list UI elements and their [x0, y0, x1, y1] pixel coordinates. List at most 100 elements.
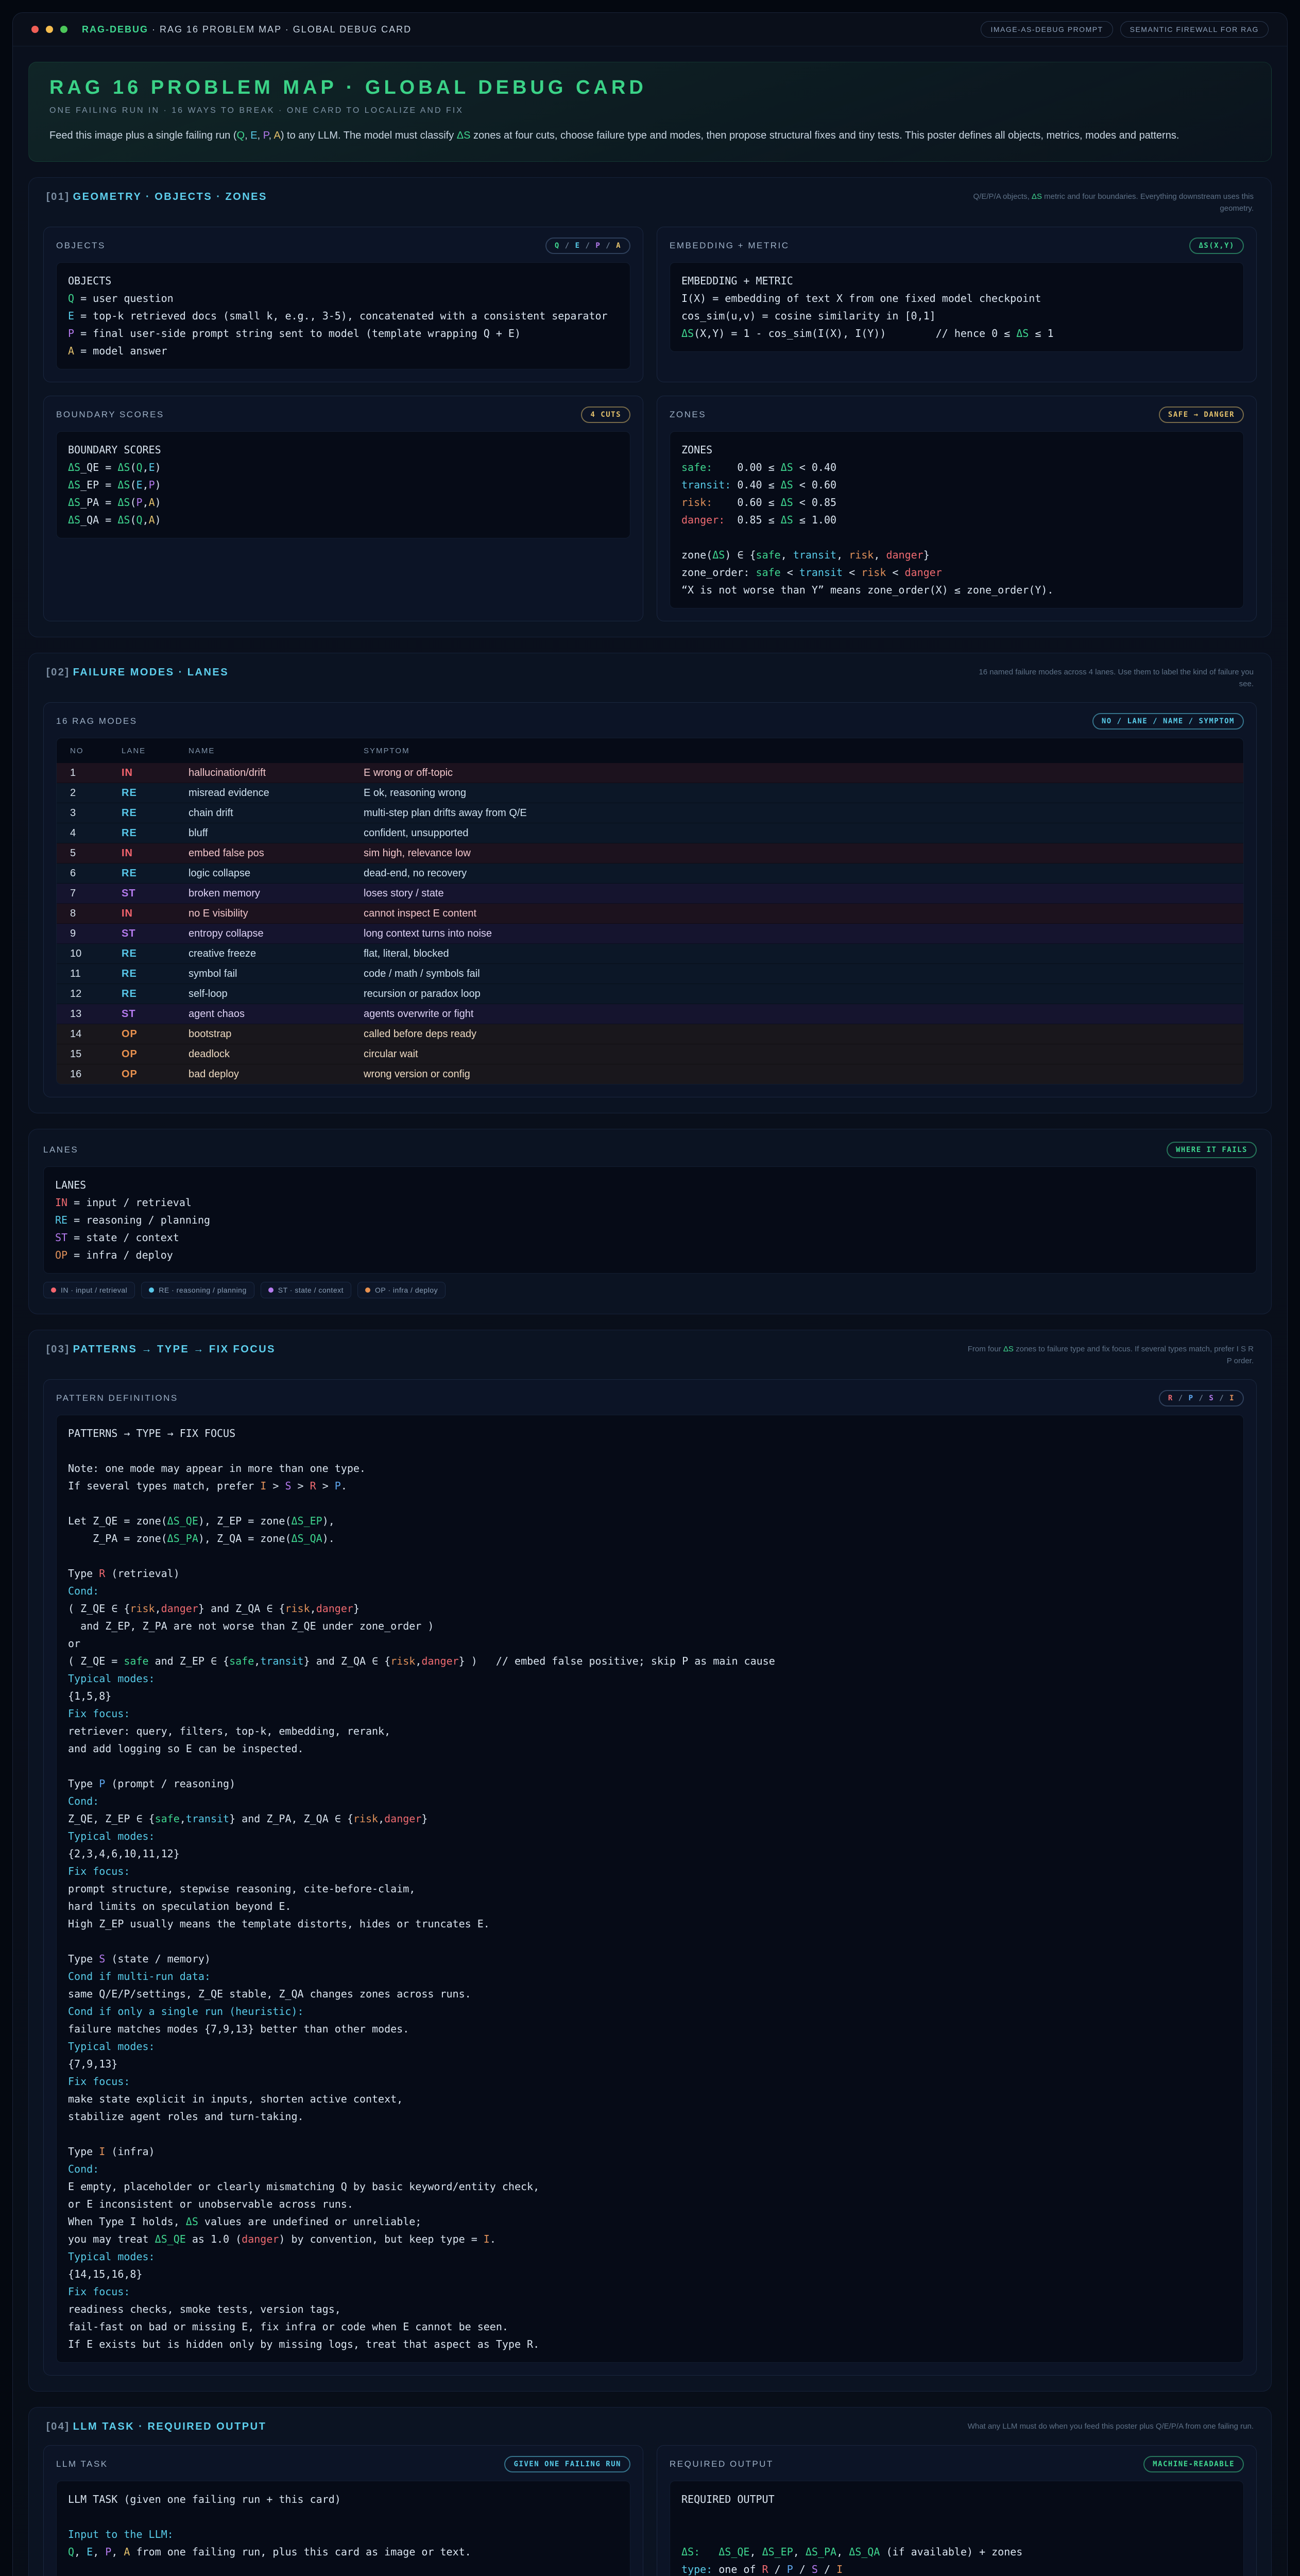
text-segment: (infra): [105, 2145, 155, 2158]
lane-legend-label: RE · reasoning / planning: [159, 1286, 247, 1294]
mode-lane: ST: [122, 888, 189, 900]
text-segment: ΔS: [1003, 1345, 1014, 1353]
window-minimize-icon[interactable]: [46, 26, 53, 33]
window-title: RAG-DEBUG · RAG 16 PROBLEM MAP · GLOBAL …: [82, 24, 412, 35]
text-segment: zone(: [681, 549, 712, 561]
text-segment: GIVEN ONE FAILING RUN: [514, 2460, 621, 2468]
panel-rag-modes-label: 16 RAG MODES: [56, 716, 138, 726]
text-segment: ,: [268, 130, 273, 141]
text-segment: Feed this image plus a single failing ru…: [49, 130, 237, 141]
window-title-text: · RAG 16 PROBLEM MAP · GLOBAL DEBUG CARD: [152, 24, 412, 35]
code-line: ΔS_PA = ΔS(P,A): [68, 494, 619, 511]
mode-number: 15: [70, 1048, 122, 1060]
code-line: ( Z_QE ∈ {risk,danger} and Z_QA ∈ {risk,…: [68, 1600, 1232, 1617]
text-segment: danger: [161, 1602, 198, 1615]
text-segment: S: [1209, 1394, 1214, 1402]
text-segment: WHERE IT FAILS: [1176, 1146, 1247, 1154]
panel-boundary-badge: 4 CUTS: [581, 406, 630, 423]
text-segment: ΔS: [457, 130, 471, 141]
text-segment: ,: [254, 1655, 260, 1667]
text-segment: ΔS: [68, 496, 80, 509]
text-segment: = infra / deploy: [67, 1249, 173, 1261]
code-line: P = final user-side prompt string sent t…: [68, 325, 619, 342]
text-segment: danger: [384, 1812, 421, 1825]
text-segment: Type: [68, 1953, 99, 1965]
text-segment: ,: [74, 2546, 87, 2558]
text-segment: (state / memory): [105, 1953, 211, 1965]
text-segment: .: [490, 2233, 496, 2245]
text-segment: type:: [681, 2563, 712, 2575]
text-segment: ST: [55, 1231, 67, 1244]
text-segment: risk: [353, 1812, 378, 1825]
window-maximize-icon[interactable]: [60, 26, 67, 33]
code-line: same Q/E/P/settings, Z_QE stable, Z_QA c…: [68, 1985, 1232, 2003]
code-line: IN = input / retrieval: [55, 1194, 1245, 1211]
text-segment: P: [105, 2546, 111, 2558]
text-segment: ,: [245, 130, 250, 141]
text-segment: P: [1189, 1394, 1194, 1402]
text-segment: }: [923, 549, 930, 561]
code-line: ZONES: [681, 441, 1232, 459]
panel-boundary-label: BOUNDARY SCORES: [56, 410, 164, 420]
section-geometry: [01]GEOMETRY · OBJECTS · ZONES Q/E/P/A o…: [28, 177, 1272, 637]
text-segment: S: [812, 2563, 818, 2575]
text-segment: E: [250, 130, 257, 141]
mode-symptom: E wrong or off-topic: [364, 767, 1230, 779]
text-segment: risk: [130, 1602, 155, 1615]
code-line: EMBEDDING + METRIC: [681, 272, 1232, 290]
text-segment: Type: [68, 1567, 99, 1580]
lane-legend-label: OP · infra / deploy: [375, 1286, 438, 1294]
mode-number: 12: [70, 988, 122, 1000]
patterns-code-block: PATTERNS → TYPE → FIX FOCUS Note: one mo…: [56, 1415, 1244, 2363]
code-line: Z_QE, Z_EP ∈ {safe,transit} and Z_PA, Z_…: [68, 1810, 1232, 1827]
text-segment: < 0.85: [793, 496, 836, 509]
section-patterns-note: From four ΔS zones to failure type and f…: [965, 1344, 1254, 1367]
code-line: zone_order: safe < transit < risk < dang…: [681, 564, 1232, 581]
code-line: retriever: query, filters, top-k, embedd…: [68, 1722, 1232, 1740]
code-line: ΔS(X,Y) = 1 - cos_sim(I(X), I(Y)) // hen…: [681, 325, 1232, 342]
text-segment: 0.40 ≤: [731, 479, 780, 491]
code-line: Note: one mode may appear in more than o…: [68, 1460, 1232, 1477]
mode-name: broken memory: [189, 888, 364, 900]
section-llm-task: [04]LLM TASK · REQUIRED OUTPUT What any …: [28, 2407, 1272, 2576]
mode-row: 6RElogic collapsedead-end, no recovery: [57, 863, 1243, 884]
code-line: Cond if only a single run (heuristic):: [68, 2003, 1232, 2020]
mode-lane: IN: [122, 908, 189, 920]
code-line: risk: 0.60 ≤ ΔS < 0.85: [681, 494, 1232, 511]
code-line: failure matches modes {7,9,13} better th…: [68, 2020, 1232, 2038]
text-segment: ) to any LLM. The model must classify: [281, 130, 457, 141]
text-segment: ,: [310, 1602, 316, 1615]
code-line: and Z_EP, Z_PA are not worse than Z_QE u…: [68, 1617, 1232, 1635]
section-title-text: FAILURE MODES · LANES: [73, 667, 229, 678]
text-segment: danger:: [681, 514, 725, 526]
text-segment: P: [68, 327, 74, 340]
window-close-icon[interactable]: [31, 26, 39, 33]
mode-number: 2: [70, 787, 122, 799]
code-line: Type I (infra): [68, 2143, 1232, 2160]
text-segment: ,: [143, 514, 149, 526]
code-line: Type R (retrieval): [68, 1565, 1232, 1582]
panel-lanes-badge: WHERE IT FAILS: [1167, 1142, 1257, 1158]
mode-name: logic collapse: [189, 868, 364, 879]
mode-row: 1INhallucination/driftE wrong or off-top…: [57, 763, 1243, 783]
mode-row: 14OPbootstrapcalled before deps ready: [57, 1024, 1243, 1044]
text-segment: /: [818, 2563, 836, 2575]
mode-name: bluff: [189, 827, 364, 839]
text-segment: I: [99, 2145, 105, 2158]
panel-llm-task-label: LLM TASK: [56, 2459, 108, 2469]
text-segment: transit: [799, 566, 843, 579]
text-segment: < 0.40: [793, 461, 836, 473]
text-segment: R: [1168, 1394, 1173, 1402]
text-segment: 4 CUTS: [590, 411, 621, 419]
lane-legend-chip: IN · input / retrieval: [43, 1282, 135, 1298]
panel-rag-modes-header: 16 RAG MODES NO / LANE / NAME / SYMPTOM: [56, 713, 1244, 730]
mode-lane: OP: [122, 1048, 189, 1060]
code-line: and add logging so E can be inspected.: [68, 1740, 1232, 1757]
section-title-text: LLM TASK · REQUIRED OUTPUT: [73, 2421, 267, 2432]
text-segment: transit: [186, 1812, 229, 1825]
intro-paragraph: Feed this image plus a single failing ru…: [49, 128, 1251, 144]
text-segment: R: [310, 1480, 316, 1492]
text-segment: E: [575, 242, 580, 250]
text-segment: ΔS: [117, 479, 130, 491]
text-segment: >: [316, 1480, 335, 1492]
